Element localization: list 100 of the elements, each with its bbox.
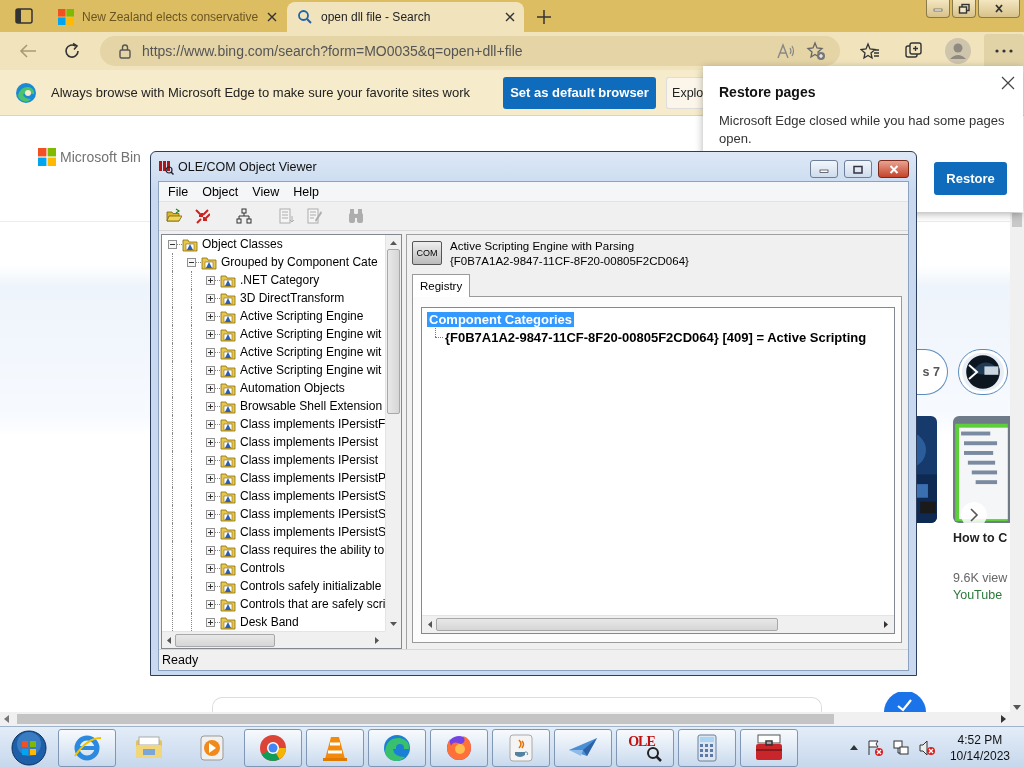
refresh-icon[interactable]	[63, 42, 81, 60]
expand-icon[interactable]	[206, 419, 215, 429]
hierarchy-icon[interactable]	[236, 208, 252, 224]
vertical-scrollbar[interactable]	[1010, 213, 1024, 712]
menu-item[interactable]: Help	[286, 184, 326, 199]
tree-item[interactable]: Class implements IPersistS	[240, 489, 385, 503]
tree-item[interactable]: Active Scripting Engine wit	[240, 345, 382, 359]
expand-icon[interactable]	[206, 401, 215, 411]
menu-item[interactable]: View	[245, 184, 287, 199]
taskbar-button[interactable]	[678, 728, 736, 767]
muted-speaker-icon[interactable]	[917, 738, 936, 757]
expand-icon[interactable]	[206, 455, 215, 465]
horizontal-scrollbar-thumb[interactable]	[17, 714, 834, 724]
expand-icon[interactable]	[206, 563, 215, 573]
chevron-right-icon[interactable]	[969, 508, 979, 522]
collapse-icon[interactable]	[168, 239, 177, 249]
tree-item[interactable]: Class implements IPersistS	[240, 507, 385, 521]
expand-icon[interactable]	[206, 293, 215, 303]
expand-icon[interactable]	[206, 599, 215, 609]
vertical-scrollbar[interactable]	[385, 235, 401, 631]
profile-icon[interactable]	[945, 38, 971, 64]
close-icon[interactable]	[504, 11, 516, 23]
carousel-thumbnail-button[interactable]	[958, 349, 1008, 395]
tree-item[interactable]: Class implements IPersistS	[240, 525, 385, 539]
arrows-icon[interactable]	[194, 208, 210, 224]
tab-actions-icon[interactable]	[15, 8, 33, 24]
expand-icon[interactable]	[206, 527, 215, 537]
collapse-icon[interactable]	[187, 257, 196, 267]
tree-item[interactable]: .NET Category	[240, 273, 320, 287]
collections-icon[interactable]	[904, 41, 924, 61]
tree-item[interactable]: Active Scripting Engine	[240, 309, 364, 323]
scroll-down-icon[interactable]	[1013, 705, 1021, 710]
scrollbar-thumb[interactable]	[175, 633, 275, 647]
horizontal-scrollbar[interactable]	[162, 631, 385, 648]
browser-tab[interactable]: open dll file - Search	[287, 2, 524, 32]
scrollbar-thumb[interactable]	[387, 249, 400, 414]
expand-icon[interactable]	[206, 365, 215, 375]
flag-icon[interactable]	[865, 738, 884, 757]
default-browser-button[interactable]: Set as default browser	[503, 76, 657, 109]
expand-icon[interactable]	[206, 545, 215, 555]
expand-icon[interactable]	[206, 347, 215, 357]
taskbar-button[interactable]	[554, 728, 612, 767]
tree-item[interactable]: 3D DirectTransform	[240, 291, 345, 305]
registry-tab[interactable]: Registry	[412, 274, 471, 297]
address-field[interactable]: https://www.bing.com/search?form=MO0035&q=open+dll+file	[100, 36, 840, 66]
menu-item[interactable]: File	[161, 184, 196, 199]
expand-icon[interactable]	[206, 581, 215, 591]
tree-item[interactable]: Browsable Shell Extension	[240, 399, 383, 413]
scroll-right-icon[interactable]	[1001, 715, 1006, 723]
restore-icon[interactable]	[957, 3, 971, 14]
video-title[interactable]: How to C	[953, 531, 1010, 545]
tree-item[interactable]: Class implements IPersistP	[240, 471, 385, 485]
menu-item[interactable]: Object	[195, 184, 246, 199]
horizontal-scrollbar[interactable]	[422, 615, 894, 633]
registry-entry[interactable]: {F0B7A1A2-9847-11CF-8F20-00805F2CD064} [409] = Active Scripting	[445, 329, 867, 345]
plus-icon[interactable]	[536, 9, 552, 25]
tree-item[interactable]: Active Scripting Engine wit	[240, 363, 382, 377]
expand-icon[interactable]	[206, 383, 215, 393]
expand-icon[interactable]	[206, 509, 215, 519]
expand-icon[interactable]	[206, 329, 215, 339]
expand-icon[interactable]	[206, 311, 215, 321]
restore-button[interactable]: Restore	[934, 162, 1007, 195]
tree-item[interactable]: Automation Objects	[240, 381, 345, 395]
tree-item[interactable]: Grouped by Component Cate	[221, 255, 378, 269]
maximize-icon[interactable]	[851, 164, 865, 174]
tree-item[interactable]: Class requires the ability to	[240, 543, 385, 557]
taskbar-button[interactable]	[740, 728, 798, 767]
favorites-icon[interactable]	[860, 42, 880, 60]
close-icon[interactable]	[266, 11, 279, 23]
start-orb-icon[interactable]	[11, 729, 47, 766]
expand-icon[interactable]	[206, 473, 215, 483]
caret-up-icon[interactable]	[849, 745, 858, 750]
tree-item[interactable]: Controls	[240, 561, 285, 575]
tree-item[interactable]: Class implements IPersistF	[240, 417, 385, 431]
clock[interactable]: 4:52 PM 10/14/2023	[949, 732, 1010, 763]
tree-item[interactable]: Desk Band	[240, 615, 299, 629]
close-icon[interactable]	[992, 3, 1006, 14]
explore-button[interactable]: Explo	[666, 76, 706, 109]
tree-item[interactable]: Class implements IPersist	[240, 435, 379, 449]
expand-icon[interactable]	[206, 275, 215, 285]
expand-icon[interactable]	[206, 437, 215, 447]
star-add-icon[interactable]	[806, 41, 826, 61]
tree-item[interactable]: Controls that are safely scri	[240, 597, 385, 611]
scrollbar-thumb[interactable]	[1012, 213, 1022, 227]
scrollbar-thumb[interactable]	[436, 618, 778, 631]
taskbar-button[interactable]	[430, 728, 488, 767]
open-folder-icon[interactable]	[166, 208, 182, 224]
more-icon[interactable]	[995, 49, 1013, 53]
tree-item[interactable]: Object Classes	[202, 237, 283, 251]
registry-list[interactable]: Component Categories {F0B7A1A2-9847-11CF-8F20-00805F2CD064} [409] = Active Scripting	[421, 307, 895, 634]
tree-item[interactable]: Controls safely initializable	[240, 579, 382, 593]
tree-item[interactable]: Class implements IPersist	[240, 453, 379, 467]
browser-tab[interactable]: New Zealand elects conservative	[48, 2, 285, 32]
network-icon[interactable]	[891, 738, 910, 757]
taskbar-button[interactable]	[244, 728, 302, 767]
taskbar-button[interactable]	[368, 728, 426, 767]
expand-icon[interactable]	[206, 491, 215, 501]
tree-view[interactable]	[161, 234, 402, 649]
taskbar-button[interactable]: OLE	[616, 728, 674, 767]
expand-icon[interactable]	[206, 617, 215, 627]
